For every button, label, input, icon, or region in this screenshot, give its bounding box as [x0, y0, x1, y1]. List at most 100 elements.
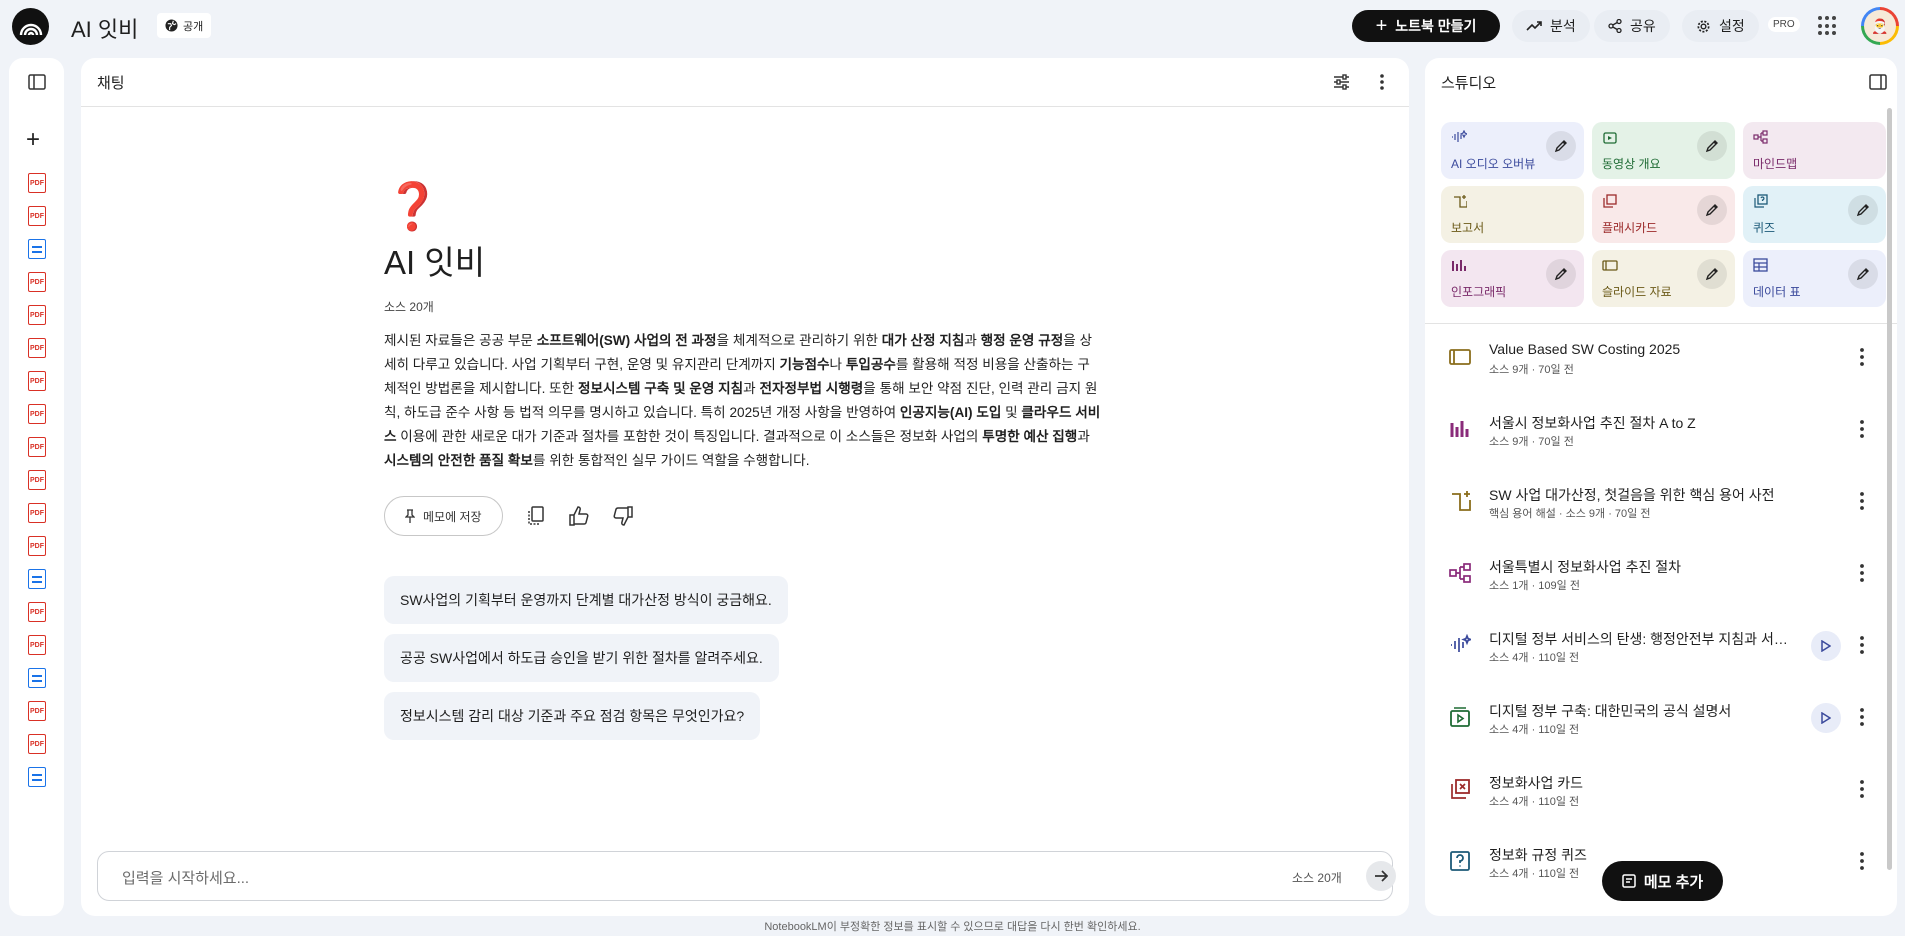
- play-button[interactable]: [1811, 631, 1841, 661]
- output-title: 디지털 정부 서비스의 탄생: 행정안전부 지침과 서울특별시: [1489, 631, 1799, 647]
- video-icon: [1450, 707, 1470, 727]
- more-vert-icon[interactable]: [1850, 777, 1874, 801]
- studio-output-item[interactable]: SW 사업 대가산정, 첫걸음을 위한 핵심 용어 사전 핵심 용어 해설 · 소…: [1425, 472, 1897, 532]
- add-source-icon[interactable]: +: [26, 128, 40, 152]
- doc-source-icon[interactable]: [28, 569, 46, 589]
- doc-source-icon[interactable]: [28, 239, 46, 259]
- notebook-overview: ❓ AI 잇비 소스 20개 제시된 자료들은 공공 부문 소프트웨어(SW) …: [384, 178, 1124, 740]
- pdf-source-icon[interactable]: PDF: [28, 470, 46, 490]
- pdf-source-icon[interactable]: PDF: [28, 503, 46, 523]
- edit-button[interactable]: [1697, 259, 1727, 289]
- panel-toggle-icon[interactable]: [28, 74, 46, 90]
- pdf-source-icon[interactable]: PDF: [28, 404, 46, 424]
- studio-output-item[interactable]: Value Based SW Costing 2025 소스 9개 · 70일 전: [1425, 328, 1897, 388]
- panel-toggle-icon[interactable]: [1869, 74, 1887, 90]
- analytics-button[interactable]: 분석: [1512, 10, 1590, 42]
- notebooklm-logo-icon[interactable]: [12, 8, 49, 45]
- more-vert-icon[interactable]: [1850, 489, 1874, 513]
- pdf-source-icon[interactable]: PDF: [28, 734, 46, 754]
- more-vert-icon[interactable]: [1850, 633, 1874, 657]
- send-button[interactable]: [1366, 861, 1396, 891]
- doc-source-icon[interactable]: [28, 767, 46, 787]
- doc-source-icon[interactable]: [28, 668, 46, 688]
- pdf-source-icon[interactable]: PDF: [28, 635, 46, 655]
- thumbs-down-icon[interactable]: [613, 506, 633, 526]
- pdf-source-icon[interactable]: PDF: [28, 173, 46, 193]
- avatar[interactable]: 🎅: [1861, 7, 1899, 45]
- more-vert-icon[interactable]: [1850, 561, 1874, 585]
- studio-output-item[interactable]: 디지털 정부 서비스의 탄생: 행정안전부 지침과 서울특별시 소스 4개 · 1…: [1425, 616, 1897, 676]
- footer-disclaimer: NotebookLM이 부정확한 정보를 표시할 수 있으므로 대답을 다시 한…: [764, 921, 1141, 933]
- edit-button[interactable]: [1546, 259, 1576, 289]
- studio-output-item[interactable]: 서울시 정보화사업 추진 절차 A to Z 소스 9개 · 70일 전: [1425, 400, 1897, 460]
- thumbs-up-icon[interactable]: [568, 506, 589, 526]
- tile-quiz[interactable]: 퀴즈: [1743, 186, 1886, 243]
- more-vert-icon[interactable]: [1850, 849, 1874, 873]
- suggested-question[interactable]: 정보시스템 감리 대상 기준과 주요 점검 항목은 무엇인가요?: [384, 692, 761, 740]
- tile-data-table[interactable]: 데이터 표: [1743, 250, 1886, 307]
- suggested-question[interactable]: 공공 SW사업에서 하도급 승인을 받기 위한 절차를 알려주세요.: [384, 634, 779, 682]
- pdf-source-icon[interactable]: PDF: [28, 206, 46, 226]
- pencil-icon: [1856, 204, 1869, 217]
- settings-button[interactable]: 설정: [1682, 10, 1759, 42]
- pdf-source-icon[interactable]: PDF: [28, 536, 46, 556]
- studio-output-item[interactable]: 정보화사업 카드 소스 4개 · 110일 전: [1425, 760, 1897, 820]
- tune-icon[interactable]: [1333, 74, 1350, 90]
- trending-up-icon: [1526, 21, 1542, 31]
- more-vert-icon[interactable]: [1850, 417, 1874, 441]
- chat-panel: 채팅 ❓ AI 잇비 소스 20개 제시된 자료들은 공공 부문 소프트웨어(S…: [81, 58, 1409, 916]
- pin-icon: [405, 509, 415, 523]
- chat-input[interactable]: 입력을 시작하세요... 소스 20개: [97, 851, 1396, 901]
- edit-button[interactable]: [1546, 131, 1576, 161]
- flashcard-icon: [1451, 779, 1470, 799]
- visibility-badge[interactable]: 공개: [157, 13, 212, 38]
- share-button[interactable]: 공유: [1594, 10, 1670, 42]
- suggested-question[interactable]: SW사업의 기획부터 운영까지 단계별 대가산정 방식이 궁금해요.: [384, 576, 788, 624]
- apps-grid-icon[interactable]: [1818, 16, 1838, 36]
- flashcard-icon: [1603, 194, 1617, 208]
- tile-infographic[interactable]: 인포그래픽: [1441, 250, 1584, 307]
- pencil-icon: [1554, 140, 1567, 153]
- save-to-memo-button[interactable]: 메모에 저장: [384, 496, 503, 536]
- tile-video-overview[interactable]: 동영상 개요: [1592, 122, 1735, 179]
- studio-output-item[interactable]: 서울특별시 정보화사업 추진 절차 소스 1개 · 109일 전: [1425, 544, 1897, 604]
- studio-output-item[interactable]: 디지털 정부 구축: 대한민국의 공식 설명서 소스 4개 · 110일 전: [1425, 688, 1897, 748]
- studio-scrollbar[interactable]: [1887, 108, 1892, 870]
- notebook-title[interactable]: AI 잇비: [71, 12, 138, 44]
- output-meta: 소스 4개 · 110일 전: [1489, 868, 1580, 880]
- pdf-source-icon[interactable]: PDF: [28, 272, 46, 292]
- copy-icon[interactable]: [527, 506, 545, 526]
- pdf-source-icon[interactable]: PDF: [28, 371, 46, 391]
- more-vert-icon[interactable]: [1379, 73, 1385, 91]
- tile-mind-map[interactable]: 마인드맵: [1743, 122, 1886, 179]
- output-meta: 핵심 용어 해설 · 소스 9개 · 70일 전: [1489, 508, 1651, 520]
- edit-button[interactable]: [1697, 195, 1727, 225]
- add-memo-label: 메모 추가: [1643, 873, 1704, 891]
- output-meta: 소스 4개 · 110일 전: [1489, 724, 1580, 736]
- play-button[interactable]: [1811, 703, 1841, 733]
- tile-report[interactable]: 보고서: [1441, 186, 1584, 243]
- mindmap-icon: [1753, 130, 1768, 144]
- edit-button[interactable]: [1848, 259, 1878, 289]
- pdf-source-icon[interactable]: PDF: [28, 602, 46, 622]
- arrow-right-icon: [1375, 870, 1388, 882]
- pdf-source-icon[interactable]: PDF: [28, 437, 46, 457]
- edit-button[interactable]: [1697, 131, 1727, 161]
- pdf-source-icon[interactable]: PDF: [28, 338, 46, 358]
- more-vert-icon[interactable]: [1850, 345, 1874, 369]
- sources-panel-collapsed: + PDF PDF PDF PDF PDF PDF PDF PDF PDF PDF PDF PDF PD…: [9, 58, 64, 916]
- chat-input-placeholder: 입력을 시작하세요...: [122, 870, 250, 887]
- new-notebook-button[interactable]: + 노트북 만들기: [1352, 10, 1500, 42]
- add-memo-button[interactable]: 메모 추가: [1602, 861, 1723, 901]
- pdf-source-icon[interactable]: PDF: [28, 305, 46, 325]
- video-icon: [1603, 132, 1617, 144]
- edit-button[interactable]: [1848, 195, 1878, 225]
- tile-slides[interactable]: 슬라이드 자료: [1592, 250, 1735, 307]
- tile-flashcards[interactable]: 플래시카드: [1592, 186, 1735, 243]
- more-vert-icon[interactable]: [1850, 705, 1874, 729]
- pdf-source-icon[interactable]: PDF: [28, 701, 46, 721]
- tile-label: AI 오디오 오버뷰: [1451, 157, 1536, 171]
- output-title: Value Based SW Costing 2025: [1489, 341, 1681, 357]
- tile-audio-overview[interactable]: AI 오디오 오버뷰: [1441, 122, 1584, 179]
- tile-label: 슬라이드 자료: [1602, 285, 1672, 299]
